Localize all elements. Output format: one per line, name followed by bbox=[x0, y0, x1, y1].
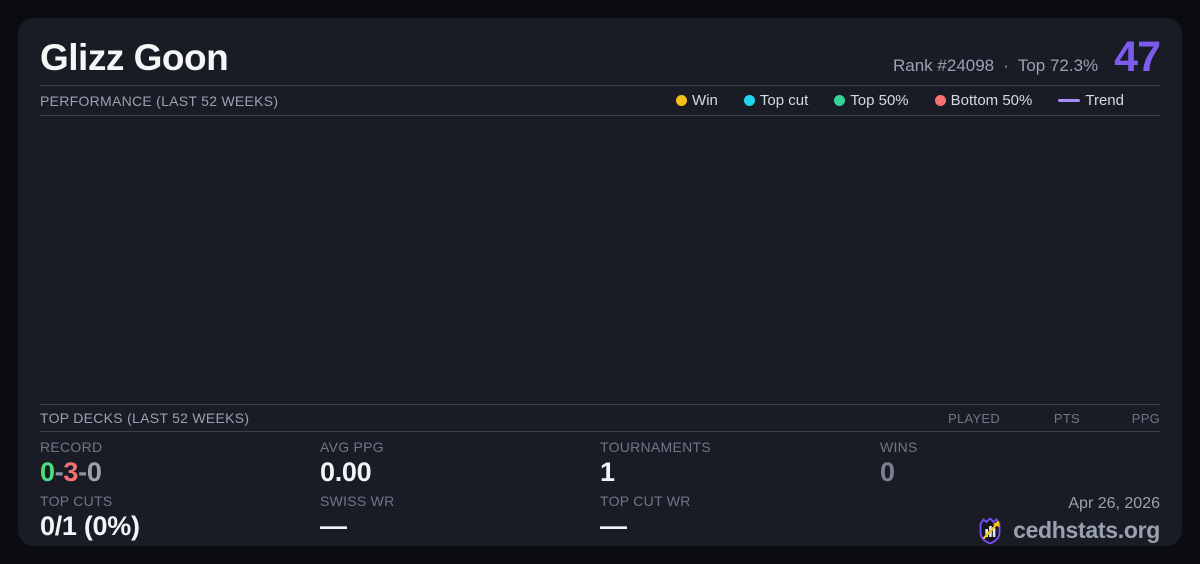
trend-line-icon bbox=[1058, 99, 1081, 102]
legend-label-trend: Trend bbox=[1085, 92, 1124, 109]
legend-item-trend: Trend bbox=[1058, 92, 1124, 109]
stat-wins-value: 0 bbox=[880, 457, 895, 487]
stats-grid: RECORD 0-3-0 AVG PPG 0.00 TOURNAMENTS 1 … bbox=[40, 432, 1160, 545]
card-header: Glizz Goon Rank #24098 · Top 72.3% 47 bbox=[40, 18, 1161, 86]
stat-wins: WINS 0 bbox=[880, 432, 1160, 486]
top-cut-dot-icon bbox=[743, 95, 755, 106]
top-decks-header-row: TOP DECKS (LAST 52 WEEKS) PLAYED PTS PPG bbox=[40, 405, 1160, 432]
stat-avg-ppg: AVG PPG 0.00 bbox=[320, 432, 600, 486]
stat-record-label: RECORD bbox=[40, 439, 103, 455]
stat-tournaments: TOURNAMENTS 1 bbox=[600, 432, 880, 486]
column-header-played: PLAYED bbox=[948, 410, 1000, 426]
stat-top-cut-wr: TOP CUT WR — bbox=[600, 486, 880, 545]
rank-line: Rank #24098 · Top 72.3% bbox=[893, 56, 1098, 76]
record-wins: 0 bbox=[40, 457, 55, 487]
stat-top-cuts-value: 0/1 (0%) bbox=[40, 511, 140, 541]
top50-dot-icon bbox=[834, 95, 846, 106]
stat-top-cut-wr-label: TOP CUT WR bbox=[600, 493, 691, 509]
date-text: Apr 26, 2026 bbox=[1068, 495, 1160, 512]
stat-swiss-wr-value: — bbox=[320, 511, 347, 541]
footer-meta: Apr 26, 2026 cedhstats.org bbox=[880, 486, 1160, 545]
chart-legend: Win Top cut Top 50% Bottom 50% Trend bbox=[676, 92, 1160, 109]
stat-top-cuts-label: TOP CUTS bbox=[40, 493, 113, 509]
top-decks-columns: PLAYED PTS PPG bbox=[920, 411, 1160, 426]
legend-item-top-cut: Top cut bbox=[743, 92, 809, 109]
cedhstats-logo-icon bbox=[979, 517, 1001, 545]
column-header-pts: PTS bbox=[1053, 410, 1080, 426]
brand-wordmark: cedhstats.org bbox=[1013, 516, 1160, 543]
stat-tournaments-value: 1 bbox=[600, 457, 615, 487]
stat-wins-label: WINS bbox=[880, 439, 918, 455]
legend-label-bottom50: Bottom 50% bbox=[950, 92, 1033, 109]
top-decks-section-label: TOP DECKS (LAST 52 WEEKS) bbox=[40, 410, 250, 426]
legend-item-top50: Top 50% bbox=[834, 92, 909, 109]
performance-header-row: PERFORMANCE (LAST 52 WEEKS) Win Top cut … bbox=[40, 86, 1160, 116]
stat-record: RECORD 0-3-0 bbox=[40, 432, 320, 486]
legend-label-top-cut: Top cut bbox=[759, 92, 809, 109]
stat-avg-ppg-label: AVG PPG bbox=[320, 439, 384, 455]
performance-section-label: PERFORMANCE (LAST 52 WEEKS) bbox=[40, 92, 279, 109]
stat-top-cuts: TOP CUTS 0/1 (0%) bbox=[40, 486, 320, 545]
player-stats-card: Glizz Goon Rank #24098 · Top 72.3% 47 PE… bbox=[18, 18, 1182, 546]
legend-item-bottom50: Bottom 50% bbox=[934, 92, 1033, 109]
stat-avg-ppg-value: 0.00 bbox=[320, 457, 372, 487]
stat-swiss-wr-label: SWISS WR bbox=[320, 493, 395, 509]
record-losses: 3 bbox=[63, 457, 79, 487]
performance-chart-area bbox=[40, 116, 1160, 405]
record-sep-2: - bbox=[78, 457, 87, 487]
legend-item-win: Win bbox=[676, 92, 718, 109]
column-header-ppg: PPG bbox=[1131, 410, 1160, 426]
rank-block: Rank #24098 · Top 72.3% 47 bbox=[893, 33, 1161, 81]
score-value: 47 bbox=[1114, 33, 1161, 81]
stat-record-value: 0-3-0 bbox=[40, 458, 320, 486]
record-draws: 0 bbox=[86, 457, 102, 487]
bottom50-dot-icon bbox=[934, 95, 946, 106]
win-dot-icon bbox=[676, 95, 688, 106]
rank-text: Rank #24098 bbox=[893, 56, 995, 75]
stat-tournaments-label: TOURNAMENTS bbox=[600, 439, 711, 455]
stat-swiss-wr: SWISS WR — bbox=[320, 486, 600, 545]
legend-label-top50: Top 50% bbox=[850, 92, 909, 109]
page-title: Glizz Goon bbox=[40, 37, 229, 78]
brand-link[interactable]: cedhstats.org bbox=[975, 515, 1160, 545]
rank-separator: · bbox=[1003, 56, 1009, 75]
stat-top-cut-wr-value: — bbox=[600, 511, 627, 541]
legend-label-win: Win bbox=[692, 92, 718, 109]
percentile-text: Top 72.3% bbox=[1017, 56, 1099, 75]
